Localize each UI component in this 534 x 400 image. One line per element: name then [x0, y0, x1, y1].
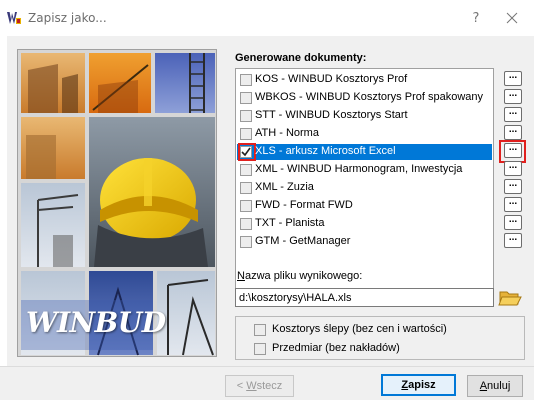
doc-item-fwd[interactable]: FWD - Format FWD: [237, 198, 492, 214]
doc-options-button[interactable]: ...: [504, 107, 522, 122]
output-filename-label: Nazwa pliku wynikowego:: [237, 270, 363, 282]
doc-checkbox[interactable]: [240, 164, 252, 176]
doc-item-label: GTM - GetManager: [255, 235, 351, 247]
doc-checkbox[interactable]: [240, 182, 252, 194]
back-button[interactable]: < Wstecz: [225, 375, 294, 397]
output-filename-input[interactable]: [235, 288, 494, 307]
doc-item-label: XML - WINBUD Harmonogram, Inwestycja: [255, 163, 463, 175]
doc-item-xml-harmonogram[interactable]: XML - WINBUD Harmonogram, Inwestycja: [237, 162, 492, 178]
doc-item-xml-zuzia[interactable]: XML - Zuzia: [237, 180, 492, 196]
blind-estimate-checkbox[interactable]: [254, 324, 266, 336]
documents-list[interactable]: KOS - WINBUD Kosztorys Prof WBKOS - WINB…: [235, 68, 494, 291]
documents-header: Generowane dokumenty:: [235, 52, 367, 64]
doc-options-button[interactable]: ...: [504, 71, 522, 86]
window-title: Zapisz jako...: [28, 11, 107, 25]
doc-options-button[interactable]: ...: [504, 215, 522, 230]
doc-checkbox[interactable]: [240, 110, 252, 122]
doc-item-label: XML - Zuzia: [255, 181, 314, 193]
doc-options-button[interactable]: ...: [504, 179, 522, 194]
cancel-button[interactable]: Anuluj: [467, 375, 523, 397]
bill-of-quantities-checkbox[interactable]: [254, 343, 266, 355]
doc-item-ath[interactable]: ATH - Norma: [237, 126, 492, 142]
doc-item-label: ATH - Norma: [255, 127, 319, 139]
dialog-footer: < Wstecz Zapisz Anuluj: [0, 366, 534, 400]
doc-checkbox[interactable]: [240, 236, 252, 248]
doc-item-label: KOS - WINBUD Kosztorys Prof: [255, 73, 408, 85]
doc-item-label: STT - WINBUD Kosztorys Start: [255, 109, 408, 121]
doc-checkbox[interactable]: [240, 128, 252, 140]
doc-checkbox[interactable]: [240, 218, 252, 230]
doc-checkbox[interactable]: [240, 200, 252, 212]
doc-item-wbkos[interactable]: WBKOS - WINBUD Kosztorys Prof spakowany: [237, 90, 492, 106]
open-folder-icon[interactable]: [498, 286, 522, 308]
bill-of-quantities-label: Przedmiar (bez nakładów): [272, 342, 400, 354]
blind-estimate-label: Kosztorys ślepy (bez cen i wartości): [272, 323, 447, 335]
dialog-body: WINBUD Generowane dokumenty: KOS - WINBU…: [7, 36, 534, 366]
options-group: Kosztorys ślepy (bez cen i wartości) Prz…: [235, 316, 525, 360]
doc-item-label: XLS - arkusz Microsoft Excel: [255, 145, 396, 157]
doc-checkbox[interactable]: [240, 74, 252, 86]
doc-options-button[interactable]: ...: [504, 125, 522, 140]
doc-item-gtm[interactable]: GTM - GetManager: [237, 234, 492, 250]
title-bar: Zapisz jako... ?: [0, 0, 534, 36]
doc-item-label: TXT - Planista: [255, 217, 325, 229]
doc-checkbox[interactable]: [240, 92, 252, 104]
doc-item-stt[interactable]: STT - WINBUD Kosztorys Start: [237, 108, 492, 124]
help-button[interactable]: ?: [458, 6, 494, 32]
highlight-box: [238, 143, 256, 161]
winbud-app-icon: [7, 12, 21, 24]
doc-item-label: FWD - Format FWD: [255, 199, 353, 211]
winbud-logo: WINBUD: [26, 306, 166, 339]
doc-item-txt[interactable]: TXT - Planista: [237, 216, 492, 232]
close-icon[interactable]: [494, 4, 530, 32]
save-button[interactable]: Zapisz: [381, 374, 456, 396]
doc-options-button[interactable]: ...: [504, 197, 522, 212]
winbud-banner-image: WINBUD: [17, 49, 217, 357]
doc-options-button[interactable]: ...: [504, 161, 522, 176]
doc-item-label: WBKOS - WINBUD Kosztorys Prof spakowany: [255, 91, 483, 103]
doc-options-button[interactable]: ...: [504, 233, 522, 248]
doc-options-button[interactable]: ...: [504, 89, 522, 104]
doc-item-xls[interactable]: XLS - arkusz Microsoft Excel: [237, 143, 492, 161]
doc-item-kos[interactable]: KOS - WINBUD Kosztorys Prof: [237, 72, 492, 88]
